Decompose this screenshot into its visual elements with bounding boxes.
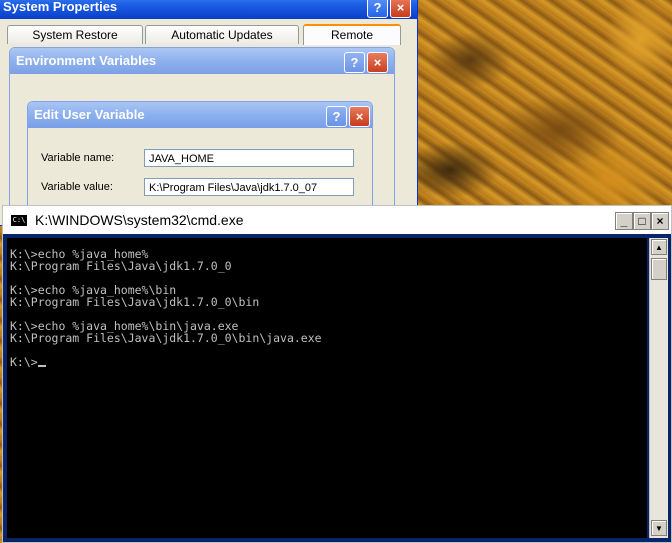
variable-value-label: Variable value: xyxy=(41,181,113,193)
cmd-title: K:\WINDOWS\system32\cmd.exe xyxy=(35,212,244,228)
environment-variables-title: Environment Variables xyxy=(10,48,394,74)
text-cursor xyxy=(37,365,46,367)
console-prompt-line: K:\> xyxy=(7,356,647,368)
maximize-icon[interactable]: □ xyxy=(633,212,651,230)
help-icon[interactable]: ? xyxy=(367,0,388,18)
tab-system-restore[interactable]: System Restore xyxy=(7,25,143,44)
variable-name-label: Variable name: xyxy=(41,152,115,164)
tab-remote[interactable]: Remote xyxy=(303,24,401,45)
cmd-window: C:\ K:\WINDOWS\system32\cmd.exe _ □ × K:… xyxy=(2,205,672,543)
help-icon[interactable]: ? xyxy=(344,52,365,73)
scroll-up-icon[interactable]: ▲ xyxy=(651,239,667,255)
close-icon[interactable]: × xyxy=(651,212,669,230)
system-properties-title: System Properties xyxy=(0,0,417,19)
scrollbar-thumb[interactable] xyxy=(651,258,667,280)
variable-name-field[interactable]: JAVA_HOME xyxy=(144,149,354,167)
console-output[interactable]: K:\>echo %java_home% K:\Program Files\Ja… xyxy=(7,238,647,538)
vertical-scrollbar[interactable]: ▲ ▼ xyxy=(649,238,668,538)
console-prompt: K:\> xyxy=(10,355,38,369)
minimize-icon[interactable]: _ xyxy=(615,212,633,230)
console-line: K:\Program Files\Java\jdk1.7.0_0 xyxy=(10,259,232,273)
help-icon[interactable]: ? xyxy=(326,106,347,127)
scroll-down-icon[interactable]: ▼ xyxy=(651,520,667,536)
close-icon[interactable]: × xyxy=(349,106,370,127)
cmd-icon: C:\ xyxy=(11,215,27,226)
tab-automatic-updates[interactable]: Automatic Updates xyxy=(145,25,299,44)
edit-user-variable-dialog: Edit User Variable ? × Variable name: JA… xyxy=(27,101,373,213)
close-icon[interactable]: × xyxy=(367,52,388,73)
variable-value-field[interactable]: K:\Program Files\Java\jdk1.7.0_07 xyxy=(144,178,354,196)
edit-user-variable-title: Edit User Variable xyxy=(28,102,372,128)
cmd-titlebar[interactable]: C:\ K:\WINDOWS\system32\cmd.exe _ □ × xyxy=(3,206,671,234)
close-icon[interactable]: × xyxy=(390,0,411,18)
console-line: K:\Program Files\Java\jdk1.7.0_0\bin xyxy=(10,295,260,309)
console-line: K:\Program Files\Java\jdk1.7.0_0\bin\jav… xyxy=(10,331,322,345)
